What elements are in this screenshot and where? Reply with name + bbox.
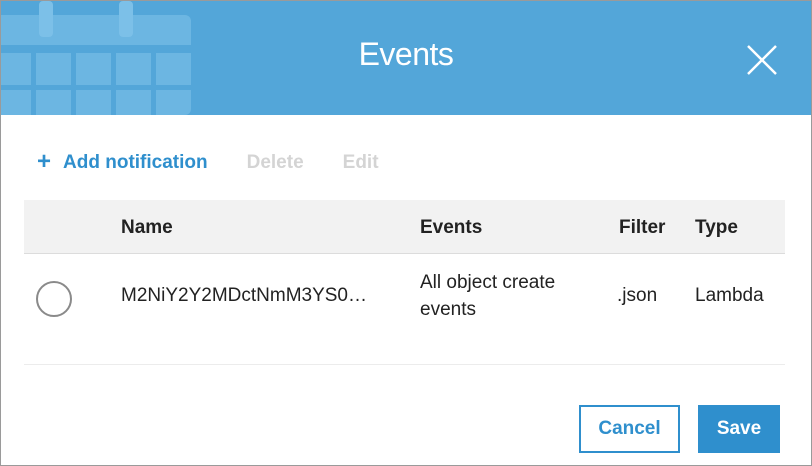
cancel-button[interactable]: Cancel	[579, 405, 680, 453]
edit-button[interactable]: Edit	[343, 152, 379, 174]
table-header: Name Events Filter Type	[24, 200, 785, 254]
add-notification-label: Add notification	[63, 152, 208, 173]
save-button[interactable]: Save	[698, 405, 780, 453]
add-notification-button[interactable]: + Add notification	[37, 147, 208, 175]
plus-icon: +	[37, 147, 52, 175]
close-button[interactable]	[741, 39, 781, 79]
column-header-name: Name	[121, 217, 173, 238]
row-type: Lambda	[695, 285, 764, 306]
notification-toolbar: + Add notification Delete Edit	[37, 148, 379, 178]
dialog-title: Events	[358, 36, 454, 72]
row-events: All object create events	[420, 272, 556, 320]
row-select-radio[interactable]	[36, 281, 72, 317]
events-dialog: Events + Add notification Delete Edit Na…	[0, 0, 812, 466]
row-name: M2NiY2Y2MDctNmM3YS0…	[121, 285, 367, 306]
delete-button[interactable]: Delete	[247, 152, 304, 174]
row-filter: .json	[617, 285, 658, 306]
column-header-events: Events	[420, 217, 483, 238]
notifications-table: Name Events Filter Type M2NiY2Y2MDctNmM3…	[24, 200, 785, 365]
column-header-type: Type	[695, 217, 738, 238]
table-row[interactable]: M2NiY2Y2MDctNmM3YS0… All object create e…	[24, 254, 785, 365]
column-header-filter: Filter	[619, 217, 666, 238]
dialog-header: Events	[1, 1, 811, 115]
close-icon	[747, 45, 777, 75]
